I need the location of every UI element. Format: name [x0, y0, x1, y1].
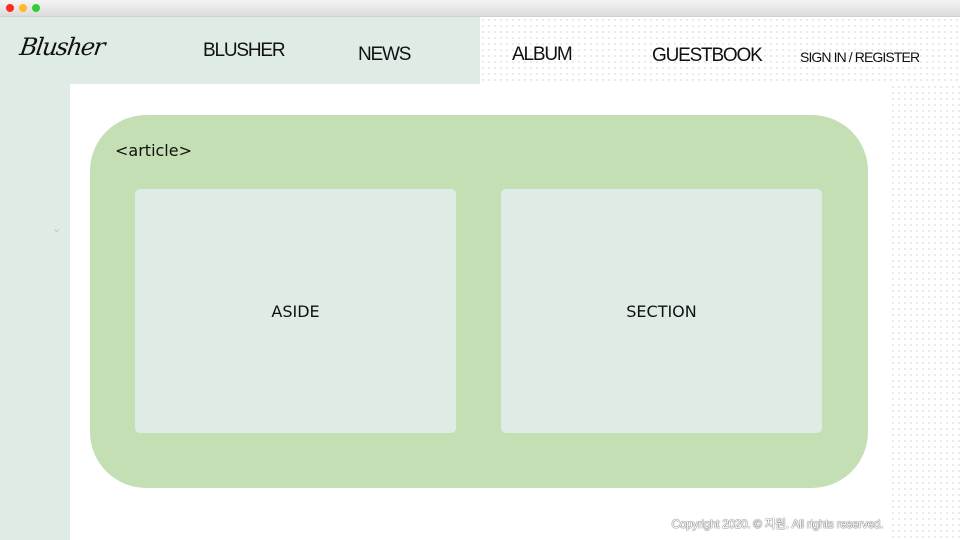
chevron-down-icon: ⌄ — [52, 222, 62, 235]
section-label: SECTION — [626, 301, 697, 321]
article-label: <article> — [115, 141, 192, 160]
minimize-window-button[interactable] — [19, 4, 27, 12]
footer-copyright: Copyright 2020. © 지원. All rights reserve… — [671, 517, 883, 531]
nav-item-album[interactable]: ALBUM — [512, 44, 573, 66]
left-sidebar: ⌄ — [0, 84, 70, 540]
sign-in-register-link[interactable]: SIGN IN / REGISTER — [800, 49, 920, 65]
window-titlebar — [0, 0, 960, 17]
aside-box: ASIDE — [135, 189, 456, 433]
site-logo[interactable]: Blusher — [18, 33, 106, 61]
section-box: SECTION — [501, 189, 822, 433]
right-decoration-strip — [890, 84, 960, 540]
close-window-button[interactable] — [6, 4, 14, 12]
maximize-window-button[interactable] — [32, 4, 40, 12]
nav-item-blusher[interactable]: BLUSHER — [203, 40, 286, 62]
nav-item-news[interactable]: NEWS — [358, 44, 411, 66]
aside-label: ASIDE — [271, 301, 320, 321]
nav-item-guestbook[interactable]: GUESTBOOK — [652, 45, 763, 67]
article-container: <article> ASIDE SECTION — [90, 115, 868, 488]
